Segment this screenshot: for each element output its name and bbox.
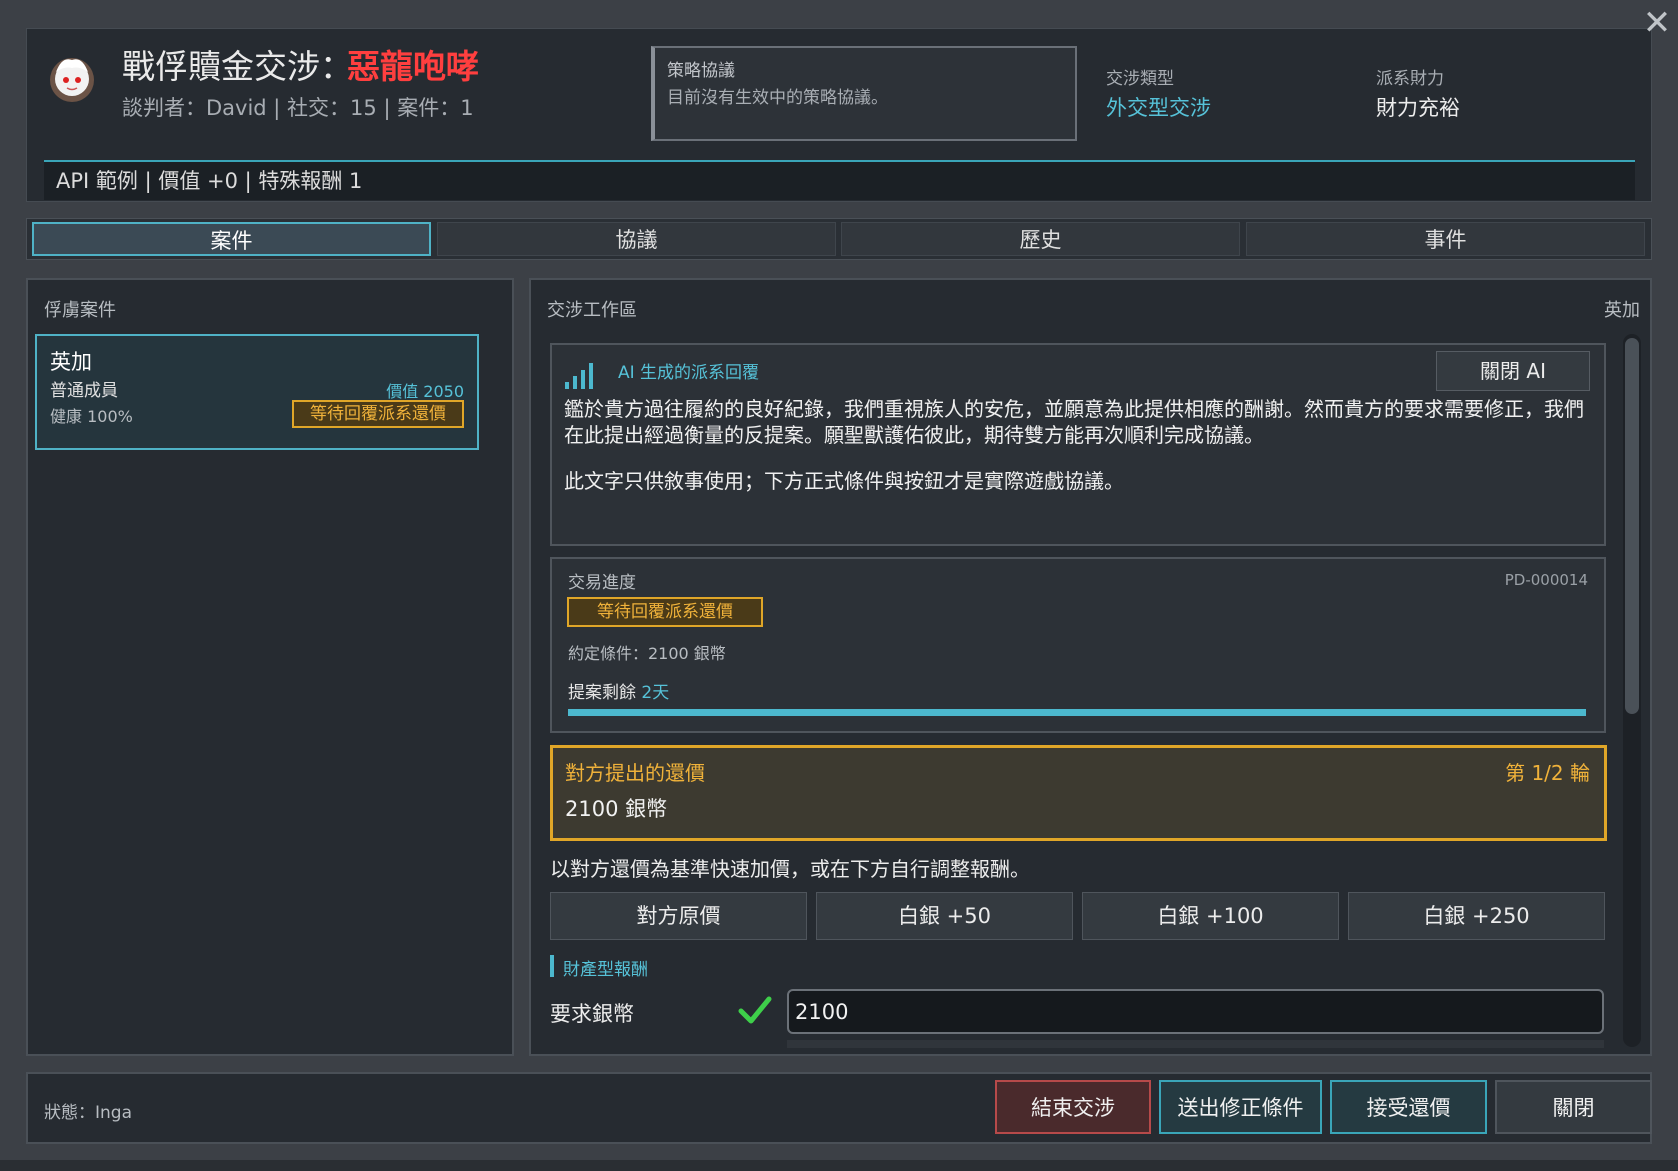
prisoner-name: 英加 xyxy=(50,350,92,374)
negotiation-type-value: 外交型交涉 xyxy=(1106,96,1211,120)
prisoner-rank: 普通成員 xyxy=(50,381,118,401)
info-bar: API 範例 | 價值 +0 | 特殊報酬 1 xyxy=(44,160,1635,200)
silver-plus-50-button[interactable]: 白銀 +50 xyxy=(816,892,1073,940)
page-title: 戰俘贖金交涉： xyxy=(122,47,353,86)
tab-agreements[interactable]: 協議 xyxy=(437,222,836,256)
tab-cases[interactable]: 案件 xyxy=(32,222,431,256)
faction-finance-label: 派系財力 xyxy=(1376,69,1444,89)
footer-status: 狀態：Inga xyxy=(44,1103,132,1123)
end-negotiation-button[interactable]: 結束交涉 xyxy=(995,1080,1151,1134)
silver-plus-250-button[interactable]: 白銀 +250 xyxy=(1348,892,1605,940)
trade-id: PD-000014 xyxy=(1504,571,1588,589)
window-bottom-edge xyxy=(0,1160,1678,1171)
tab-history[interactable]: 歷史 xyxy=(841,222,1240,256)
strategy-title: 策略協議 xyxy=(667,61,735,81)
negotiation-type-label: 交涉類型 xyxy=(1106,69,1174,89)
prisoner-health: 健康 100% xyxy=(50,407,133,426)
counter-offer-round: 第 1/2 輪 xyxy=(1505,761,1590,785)
prisoner-cases-title: 俘虜案件 xyxy=(44,300,116,321)
section-title: 財產型報酬 xyxy=(563,960,648,980)
proposal-remaining-label: 提案剩餘 xyxy=(568,683,642,703)
section-marker xyxy=(550,955,554,977)
send-revised-terms-button[interactable]: 送出修正條件 xyxy=(1159,1080,1322,1134)
quick-raise-hint: 以對方還價為基準快速加價，或在下方自行調整報酬。 xyxy=(550,857,1030,881)
silver-request-input[interactable] xyxy=(787,989,1604,1034)
trade-terms: 約定條件：2100 銀幣 xyxy=(568,644,726,663)
faction-name: 惡龍咆哮 xyxy=(347,47,479,86)
counter-offer-title: 對方提出的還價 xyxy=(565,761,705,785)
ai-disclaimer-text: 此文字只供敘事使用；下方正式條件與按鈕才是實際遊戲協議。 xyxy=(564,469,1124,493)
negotiator-info: 談判者：David | 社交：15 | 案件：1 xyxy=(122,96,474,120)
silver-plus-100-button[interactable]: 白銀 +100 xyxy=(1082,892,1339,940)
strategy-box: 策略協議 目前沒有生效中的策略協議。 xyxy=(651,46,1077,141)
close-button[interactable]: 關閉 xyxy=(1495,1080,1652,1134)
next-field-edge xyxy=(787,1040,1604,1048)
prisoner-value: 價值 2050 xyxy=(386,382,464,401)
close-ai-button[interactable]: 關閉 AI xyxy=(1436,351,1590,391)
counter-offer-amount: 2100 銀幣 xyxy=(565,797,668,821)
proposal-remaining: 提案剩餘 2天 xyxy=(568,678,669,703)
avatar-icon xyxy=(44,50,100,106)
strategy-text: 目前沒有生效中的策略協議。 xyxy=(667,88,888,108)
scrollbar-thumb[interactable] xyxy=(1625,338,1639,714)
check-icon xyxy=(738,993,772,1027)
tab-events[interactable]: 事件 xyxy=(1246,222,1645,256)
workspace-target: 英加 xyxy=(1604,300,1640,321)
signal-icon xyxy=(563,360,599,390)
accept-counter-button[interactable]: 接受還價 xyxy=(1330,1080,1487,1134)
counter-offer-box xyxy=(550,745,1607,841)
prisoner-status-badge: 等待回覆派系還價 xyxy=(292,400,464,428)
progress-bar xyxy=(568,709,1586,716)
trade-status-badge: 等待回覆派系還價 xyxy=(567,597,763,627)
original-price-button[interactable]: 對方原價 xyxy=(550,892,807,940)
proposal-remaining-days: 2天 xyxy=(641,683,670,703)
ai-reply-label: AI 生成的派系回覆 xyxy=(618,363,760,383)
faction-finance-value: 財力充裕 xyxy=(1376,96,1460,120)
ai-reply-text: 鑑於貴方過往履約的良好紀錄，我們重視族人的安危，並願意為此提供相應的酬謝。然而貴… xyxy=(564,397,1584,447)
silver-request-label: 要求銀幣 xyxy=(550,1002,634,1026)
workspace-title: 交涉工作區 xyxy=(547,300,637,321)
close-icon[interactable]: ✕ xyxy=(1640,6,1674,40)
trade-progress-title: 交易進度 xyxy=(568,573,636,593)
